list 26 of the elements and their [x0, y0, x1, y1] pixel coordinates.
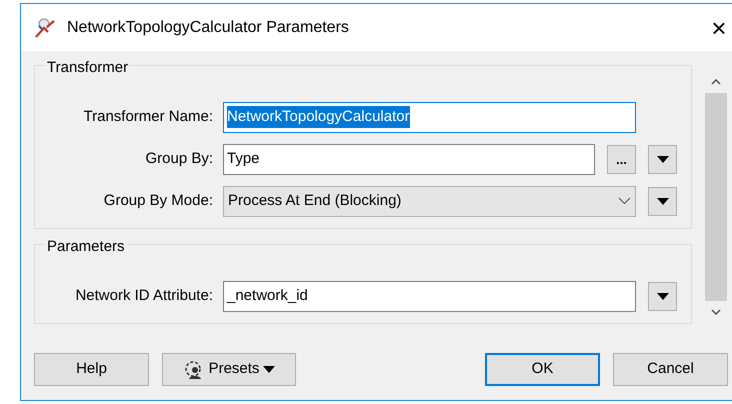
close-button[interactable]: × [706, 14, 732, 40]
menu-button[interactable] [648, 186, 677, 216]
dialog-button[interactable]: OK [485, 353, 600, 386]
dialog-button[interactable]: Help [34, 353, 149, 386]
menu-button[interactable] [648, 282, 677, 310]
chevron-down-icon [618, 197, 631, 205]
dialog-button[interactable]: Cancel [613, 353, 728, 386]
caret-icon [656, 156, 668, 162]
caret-icon [263, 366, 276, 373]
presets-button[interactable]: Presets [162, 353, 296, 386]
field-label: Group By: [144, 148, 214, 169]
field-label: Network ID Attribute: [74, 286, 214, 306]
field-label: Group By Mode: [102, 190, 214, 211]
text-field[interactable]: Type [223, 144, 595, 174]
text-field[interactable]: _network_id [223, 280, 636, 312]
field-label: Transformer Name: [82, 106, 214, 127]
caret-icon [656, 198, 668, 204]
scroll-down-icon [711, 309, 721, 315]
tool-figure-icon [33, 16, 57, 38]
menu-button[interactable] [648, 144, 677, 174]
caret-icon [656, 292, 668, 300]
window-title: NetworkTopologyCalculator Parameters [67, 18, 349, 38]
text-field[interactable]: NetworkTopologyCalculator [223, 102, 636, 132]
browse-button[interactable]: ... [607, 144, 636, 174]
dropdown-field[interactable]: Process At End (Blocking) [223, 186, 636, 216]
scroll-up-icon [711, 79, 721, 85]
